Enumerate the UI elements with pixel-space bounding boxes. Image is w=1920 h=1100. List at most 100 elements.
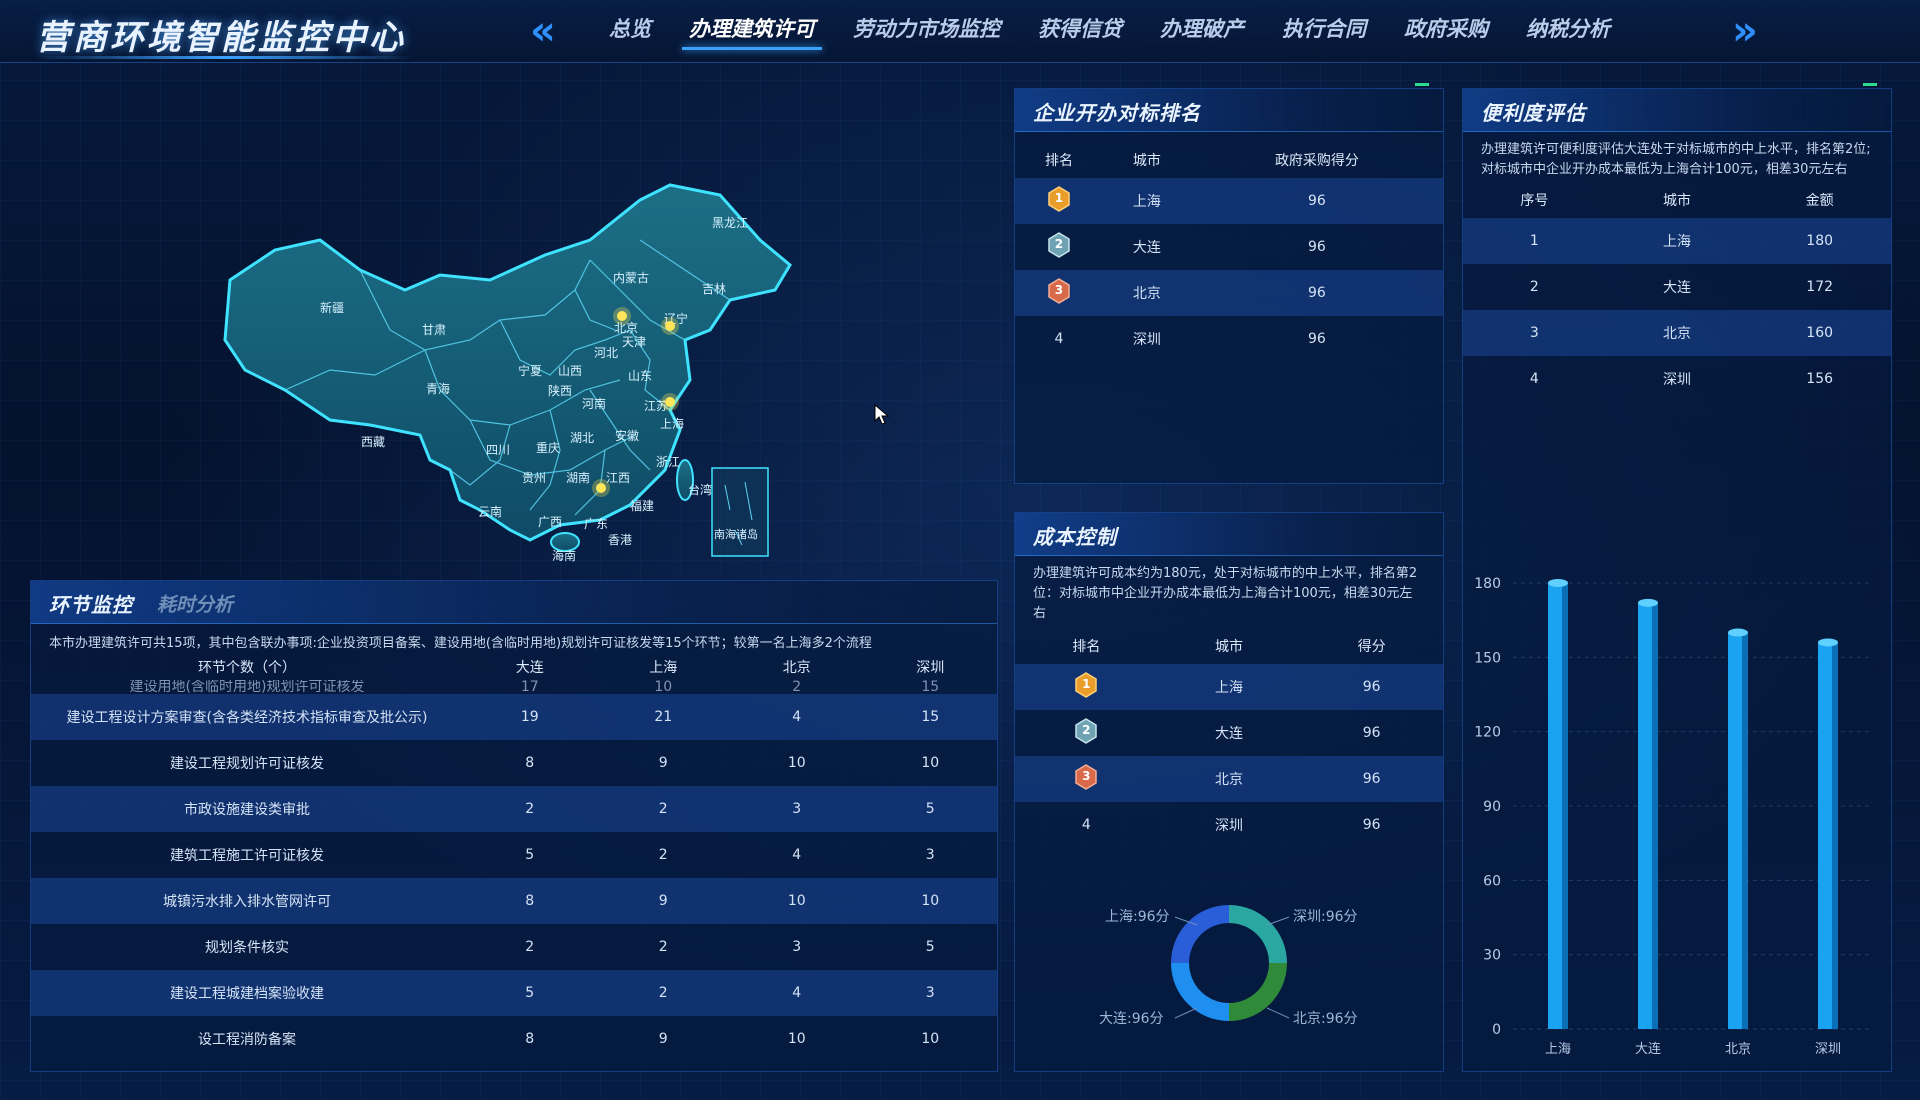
column-header: 环节个数（个） <box>198 660 296 676</box>
table-cell: 设工程消防备案 <box>198 1032 296 1048</box>
tab-contract[interactable]: 执行合同 <box>1263 14 1385 50</box>
table-row: 2 大连 96 <box>1015 224 1443 270</box>
bronze-medal-icon: 3 <box>1047 277 1071 305</box>
marker-dalian <box>661 317 679 335</box>
tab-labor-market[interactable]: 劳动力市场监控 <box>834 14 1019 50</box>
bar-cap <box>1818 638 1838 647</box>
table-cell: 建设工程城建档案验收建 <box>31 970 463 1016</box>
tab-overview[interactable]: 总览 <box>590 14 670 50</box>
table-cell: 10 <box>787 755 806 771</box>
procedure-panel: 环节监控 耗时分析 本市办理建筑许可共15项，其中包含联办事项:企业投资项目备案… <box>30 580 998 1072</box>
procedure-tab[interactable]: 环节监控 <box>49 589 133 618</box>
table-cell: 深圳 <box>1132 332 1161 348</box>
duration-tab[interactable]: 耗时分析 <box>157 590 233 617</box>
label-hunan: 湖南 <box>566 470 590 485</box>
column-header: 序号 <box>1520 193 1549 209</box>
table-cell: 2 <box>1529 279 1539 295</box>
table-cell: 8 <box>525 1031 535 1047</box>
nav-next-icon[interactable]: » <box>1732 8 1758 54</box>
label-hebei: 河北 <box>594 346 618 360</box>
donut-leader-line <box>1174 1007 1198 1019</box>
table-cell: 2 <box>596 970 730 1016</box>
bar-cap <box>1638 598 1658 607</box>
label-qinghai: 青海 <box>426 381 450 396</box>
label-yunnan: 云南 <box>478 504 502 519</box>
table-cell: 10 <box>921 1031 940 1047</box>
table-cell: 96 <box>1190 178 1443 224</box>
table-row: 建设工程城建档案验收建 5 2 4 3 <box>31 970 997 1016</box>
column-header: 城市 <box>1214 639 1243 655</box>
procedure-panel-header: 环节监控 耗时分析 <box>31 581 997 624</box>
table-cell: 4 <box>1081 817 1091 833</box>
table-cell: 8 <box>525 755 535 771</box>
rank-number: 2 <box>1054 237 1064 251</box>
table-cell: 2 <box>596 786 730 832</box>
column-header: 深圳 <box>916 660 945 676</box>
label-sichuan: 四川 <box>486 443 510 457</box>
table-row: 4 深圳 156 <box>1463 356 1891 402</box>
silver-medal-icon: 2 <box>1074 717 1098 745</box>
tab-procurement[interactable]: 政府采购 <box>1385 14 1507 50</box>
table-cell: 96 <box>1300 664 1443 710</box>
donut-slice-大连[interactable] <box>1171 905 1229 963</box>
column-header: 上海 <box>649 660 678 676</box>
table-cell: 3 <box>863 970 997 1016</box>
label-shandong: 山东 <box>628 369 652 383</box>
tab-bankruptcy[interactable]: 办理破产 <box>1141 14 1263 50</box>
cost-description: 办理建筑许可成本约为180元，处于对标城市的中上水平，排名第2位：对标城市中企业… <box>1033 566 1418 621</box>
tab-credit[interactable]: 获得信贷 <box>1019 14 1141 50</box>
table-cell: 2 <box>1015 224 1103 270</box>
bar-side <box>1562 583 1568 1029</box>
rank-number: 1 <box>1054 191 1064 205</box>
column-header: 大连 <box>515 660 544 676</box>
bar-深圳[interactable] <box>1818 638 1838 1029</box>
table-cell: 2 <box>463 786 597 832</box>
label-fujian: 福建 <box>630 498 654 513</box>
tab-building-permit[interactable]: 办理建筑许可 <box>670 14 834 50</box>
table-cell: 96 <box>1300 756 1443 802</box>
donut-slice-深圳[interactable] <box>1229 963 1287 1021</box>
label-chongqing: 重庆 <box>536 441 560 455</box>
bronze-medal-icon: 3 <box>1074 763 1098 791</box>
donut-label-shenzhen: 深圳:96分 <box>1293 909 1358 925</box>
table-cell: 上海 <box>1157 664 1301 710</box>
china-map-svg: 黑龙江 吉林 辽宁 内蒙古 新疆 甘肃 青海 西藏 四川 重庆 云南 贵州 广西… <box>223 183 792 563</box>
donut-label-shanghai: 上海:96分 <box>1105 909 1170 925</box>
convenience-panel-header: 便利度评估 <box>1463 89 1891 132</box>
donut-slice-北京[interactable] <box>1171 963 1229 1021</box>
donut-slice-上海[interactable] <box>1229 905 1287 963</box>
table-cell: 大连 <box>1662 280 1691 296</box>
label-shanghai: 上海 <box>660 416 684 431</box>
procedure-description: 本市办理建筑许可共15项，其中包含联办事项:企业投资项目备案、建设用地(含临时用… <box>49 636 872 651</box>
cost-table: 排名 城市 得分 1 上海 96 2 大连 96 3 北京 96 4 深圳 96 <box>1015 628 1443 848</box>
header-bar: 营商环境智能监控中心 « 总览 办理建筑许可 劳动力市场监控 获得信贷 办理破产… <box>0 0 1920 63</box>
column-header: 排名 <box>1072 639 1101 655</box>
table-cell: 5 <box>925 939 935 955</box>
table-cell: 15 <box>921 679 940 695</box>
bar-side <box>1742 632 1748 1029</box>
table-cell: 市政设施建设类审批 <box>31 786 463 832</box>
table-cell: 1 <box>1463 218 1606 264</box>
x-tick-label: 深圳 <box>1815 1042 1841 1057</box>
table-row: 1 上海 96 <box>1015 178 1443 224</box>
table-cell: 96 <box>1308 331 1326 347</box>
table-cell: 北京 <box>1605 310 1749 356</box>
label-heilongjiang: 黑龙江 <box>712 216 748 230</box>
bar-side <box>1832 642 1838 1029</box>
label-gansu: 甘肃 <box>422 323 446 337</box>
table-cell: 4 <box>730 694 864 740</box>
label-guangdong: 广东 <box>584 517 608 531</box>
tab-tax[interactable]: 纳税分析 <box>1507 14 1629 50</box>
x-tick-label: 大连 <box>1635 1041 1661 1057</box>
table-cell: 2 <box>1015 710 1158 756</box>
china-map: 黑龙江 吉林 辽宁 内蒙古 新疆 甘肃 青海 西藏 四川 重庆 云南 贵州 广西… <box>30 90 990 570</box>
nav-prev-icon[interactable]: « <box>530 8 556 54</box>
bar-上海[interactable] <box>1548 579 1568 1029</box>
table-row: 4 深圳 96 <box>1015 802 1443 848</box>
marker-beijing <box>613 307 631 325</box>
label-ningxia: 宁夏 <box>518 363 542 378</box>
bar-北京[interactable] <box>1728 628 1748 1029</box>
bar-大连[interactable] <box>1638 598 1658 1029</box>
table-cell: 深圳 <box>1214 818 1243 834</box>
convenience-table: 序号 城市 金额 1 上海 180 2 大连 172 3 北京 160 4 深圳… <box>1463 182 1891 402</box>
